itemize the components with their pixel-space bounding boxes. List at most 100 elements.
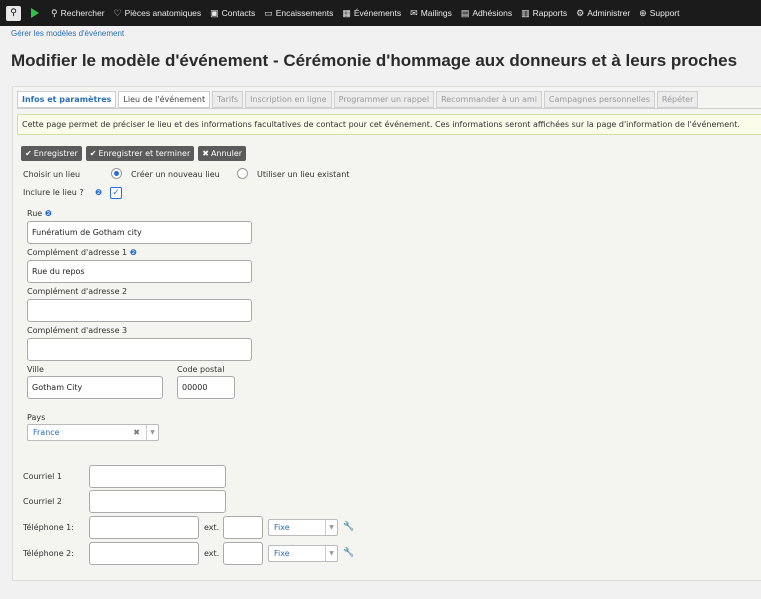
nav-administrer[interactable]: ⚙ Administrer (576, 8, 630, 19)
search-icon: ⚲ (51, 7, 58, 18)
email1-input[interactable] (89, 465, 226, 488)
tab-lieu-evenement[interactable]: Lieu de l'événement (118, 91, 211, 108)
country-label: Pays (27, 413, 46, 422)
phone2-ext-input[interactable] (223, 542, 263, 565)
calendar-icon: ▦ (342, 7, 351, 18)
email1-label: Courriel 1 (23, 472, 62, 481)
nav-rapports[interactable]: ▥ Rapports (521, 8, 567, 19)
include-location-checkbox[interactable]: ✓ (110, 187, 122, 199)
chevron-down-icon[interactable]: ▼ (325, 520, 337, 535)
address1-input[interactable]: Rue du repos (27, 260, 252, 283)
nav-label: Adhésions (472, 8, 513, 18)
check-circle-icon: ✔ (89, 149, 97, 158)
nav-adhesions[interactable]: ▤ Adhésions (461, 8, 512, 19)
lifebuoy-icon: ⊕ (639, 7, 647, 18)
chevron-down-icon[interactable]: ▼ (146, 425, 158, 440)
menu-search-icon[interactable]: ⚲ (6, 5, 21, 21)
phone1-type-select[interactable]: Fixe ▼ (268, 519, 338, 536)
nav-label: Mailings (420, 8, 452, 18)
tab-programmer-rappel[interactable]: Programmer un rappel (333, 91, 435, 108)
country-select[interactable]: France ✖ ▼ (27, 424, 159, 441)
radio-existing-location[interactable] (237, 168, 248, 179)
phone2-label: Téléphone 2: (23, 549, 74, 558)
city-label: Ville (27, 365, 44, 374)
nav-encaissements[interactable]: ▭ Encaissements (264, 8, 333, 19)
nav-label: Support (649, 8, 680, 18)
help-icon[interactable]: ❷ (45, 209, 52, 218)
nav-label: Événements (353, 8, 402, 18)
nav-contacts[interactable]: ▣ Contacts (210, 8, 255, 19)
page-title: Modifier le modèle d'événement - Cérémon… (11, 51, 738, 70)
phone1-type-value: Fixe (274, 523, 290, 532)
address1-label-text: Complément d'adresse 1 (27, 248, 128, 257)
id-card-icon: ▤ (460, 7, 470, 18)
nav-label: Encaissements (275, 8, 334, 18)
play-icon[interactable] (31, 8, 39, 18)
action-bar: ✔ Enregistrer ✔ Enregistrer et terminer ✖ A… (21, 146, 250, 161)
main-menu: ⚲ Rechercher ♡ Pièces anatomiques ▣ Contact… (51, 0, 689, 26)
top-navbar: ⚲ ⚲ Rechercher ♡ Pièces anatomiques ▣ Conta… (0, 0, 761, 26)
nav-label: Rechercher (60, 8, 105, 18)
tab-campagnes-personnelles[interactable]: Campagnes personnelles (543, 91, 655, 108)
include-location-label: Inclure le lieu ? (23, 188, 84, 197)
address2-input[interactable] (27, 299, 252, 322)
nav-pieces-anatomiques[interactable]: ♡ Pièces anatomiques (114, 8, 202, 19)
address3-input[interactable] (27, 338, 252, 361)
save-done-label: Enregistrer et terminer (98, 149, 191, 158)
address1-label: Complément d'adresse 1 ❷ (27, 248, 137, 257)
nav-rechercher[interactable]: ⚲ Rechercher (51, 8, 105, 19)
choose-location-label: Choisir un lieu (23, 170, 81, 179)
envelope-icon: ✉ (410, 7, 418, 18)
phone2-type-select[interactable]: Fixe ▼ (268, 545, 338, 562)
phone1-ext-label: ext. (204, 523, 220, 532)
nav-label: Pièces anatomiques (124, 8, 202, 18)
tab-infos-parametres[interactable]: Infos et paramètres (17, 91, 117, 108)
phone1-ext-input[interactable] (223, 516, 263, 539)
close-icon: ✖ (202, 149, 209, 158)
street-label: Rue ❷ (27, 209, 52, 218)
clear-icon[interactable]: ✖ (133, 425, 140, 440)
nav-evenements[interactable]: ▦ Événements (342, 8, 401, 19)
country-value: France (33, 428, 60, 437)
tab-recommander-ami[interactable]: Recommander à un ami (436, 91, 542, 108)
address3-label: Complément d'adresse 3 (27, 326, 128, 335)
save-label: Enregistrer (33, 149, 78, 158)
breadcrumb[interactable]: Gérer les modèles d'événement (11, 29, 124, 38)
postal-code-label: Code postal (177, 365, 225, 374)
address-book-icon: ▣ (210, 7, 219, 18)
address2-label: Complément d'adresse 2 (27, 287, 128, 296)
help-icon[interactable]: ❷ (95, 188, 102, 197)
chevron-down-icon[interactable]: ▼ (325, 546, 337, 561)
chart-icon: ▥ (521, 7, 530, 18)
nav-label: Contacts (221, 8, 256, 18)
nav-support[interactable]: ⊕ Support (639, 8, 679, 19)
help-icon[interactable]: ❷ (130, 248, 137, 257)
cancel-label: Annuler (210, 149, 243, 158)
phone2-type-value: Fixe (274, 549, 290, 558)
cancel-button[interactable]: ✖ Annuler (198, 146, 247, 161)
city-input[interactable]: Gotham City (27, 376, 163, 399)
gears-icon: ⚙ (576, 7, 585, 18)
tab-inscription-en-ligne[interactable]: Inscription en ligne (245, 91, 332, 108)
save-button[interactable]: ✔ Enregistrer (21, 146, 82, 161)
radio-existing-location-label[interactable]: Utiliser un lieu existant (257, 170, 349, 179)
phone2-input[interactable] (89, 542, 199, 565)
wrench-icon[interactable]: 🔧 (343, 548, 354, 558)
phone2-ext-label: ext. (204, 549, 220, 558)
save-and-done-button[interactable]: ✔ Enregistrer et terminer (85, 146, 195, 161)
nav-mailings[interactable]: ✉ Mailings (410, 8, 452, 19)
phone1-input[interactable] (89, 516, 199, 539)
radio-new-location-label[interactable]: Créer un nouveau lieu (131, 170, 220, 179)
street-input[interactable]: Funératium de Gotham city (27, 221, 252, 244)
phone1-label: Téléphone 1: (23, 523, 74, 532)
email2-input[interactable] (89, 490, 226, 513)
wrench-icon[interactable]: 🔧 (343, 522, 354, 532)
street-label-text: Rue (27, 209, 43, 218)
radio-new-location[interactable] (111, 168, 122, 179)
nav-label: Administrer (587, 8, 631, 18)
tab-tarifs[interactable]: Tarifs (212, 91, 244, 108)
tab-divider (17, 108, 761, 109)
email2-label: Courriel 2 (23, 497, 62, 506)
postal-code-input[interactable]: 00000 (177, 376, 235, 399)
tab-repeter[interactable]: Répéter (656, 91, 699, 108)
